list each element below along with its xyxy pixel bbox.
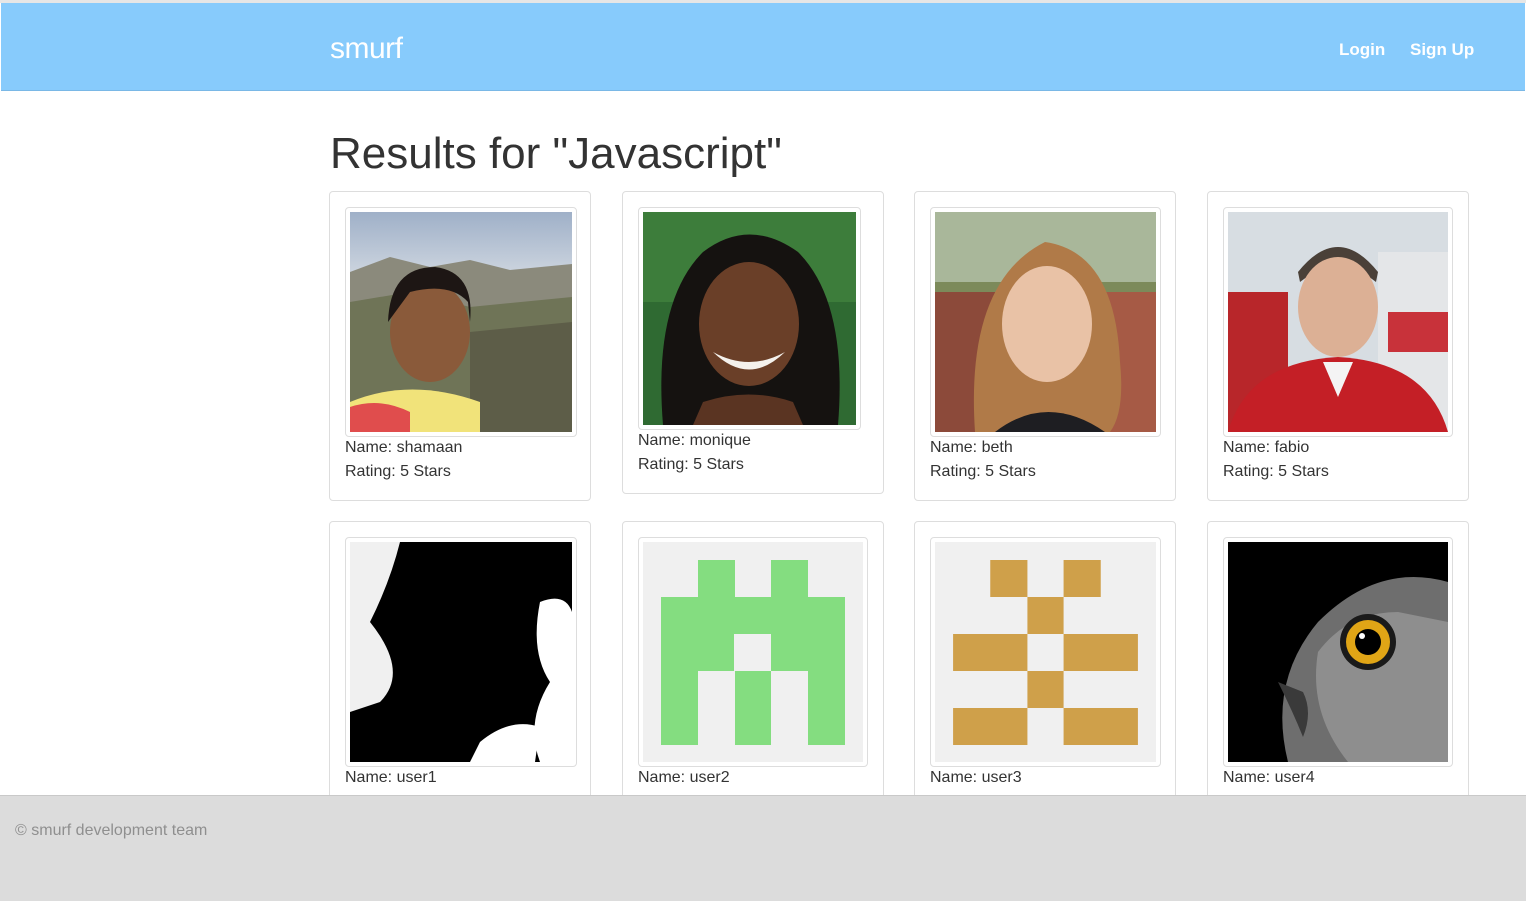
result-card-user2[interactable]: Name: user2 (622, 521, 884, 821)
result-name: Name: fabio (1223, 439, 1310, 456)
result-card-user3[interactable]: Name: user3 (914, 521, 1176, 821)
result-name: Name: monique (638, 432, 751, 449)
avatar-image (643, 212, 856, 425)
result-card-shamaan[interactable]: Name: shamaan Rating: 5 Stars (329, 191, 591, 501)
avatar-image (1228, 212, 1448, 432)
profile-photo (930, 537, 1161, 767)
brand-logo-link[interactable]: smurf (330, 29, 403, 69)
result-name: Name: beth (930, 439, 1013, 456)
page-title: Results for "Javascript" (330, 129, 782, 178)
profile-photo (638, 207, 861, 430)
profile-photo (930, 207, 1161, 437)
result-rating: Rating: 5 Stars (638, 456, 744, 473)
profile-photo (638, 537, 868, 767)
result-name: Name: user1 (345, 769, 437, 786)
identicon-green (643, 542, 863, 762)
result-rating: Rating: 5 Stars (930, 463, 1036, 480)
signup-link[interactable]: Sign Up (1410, 39, 1474, 61)
profile-photo (345, 537, 577, 767)
result-name: Name: user2 (638, 769, 730, 786)
result-card-beth[interactable]: Name: beth Rating: 5 Stars (914, 191, 1176, 501)
navbar: smurf Login Sign Up (1, 3, 1525, 91)
login-link[interactable]: Login (1339, 39, 1385, 61)
profile-photo (1223, 537, 1453, 767)
avatar-image (350, 542, 572, 762)
result-name: Name: user3 (930, 769, 1022, 786)
result-card-user4[interactable]: Name: user4 (1207, 521, 1469, 821)
avatar-image (935, 212, 1156, 432)
footer-copyright: © smurf development team (15, 822, 208, 839)
avatar-image (1228, 542, 1448, 762)
result-name: Name: user4 (1223, 769, 1315, 786)
result-name: Name: shamaan (345, 439, 463, 456)
result-card-monique[interactable]: Name: monique Rating: 5 Stars (622, 191, 884, 494)
identicon-gold (935, 542, 1156, 762)
profile-photo (1223, 207, 1453, 437)
result-card-fabio[interactable]: Name: fabio Rating: 5 Stars (1207, 191, 1469, 501)
result-rating: Rating: 5 Stars (345, 463, 451, 480)
result-card-user1[interactable]: Name: user1 (329, 521, 591, 821)
avatar-image (350, 212, 572, 432)
result-rating: Rating: 5 Stars (1223, 463, 1329, 480)
footer: © smurf development team (0, 795, 1526, 901)
profile-photo (345, 207, 577, 437)
